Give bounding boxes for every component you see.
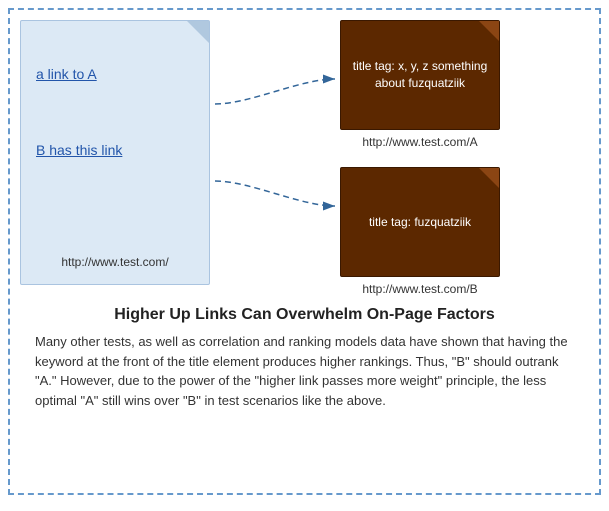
section-body: Many other tests, as well as correlation… [35,332,574,410]
right-page-a-corner [479,21,499,41]
link-a[interactable]: a link to A [36,66,194,82]
left-page-corner [187,21,209,43]
right-page-b-corner [479,168,499,188]
left-page-url: http://www.test.com/ [36,255,194,269]
arrows-area [210,20,340,285]
left-links: a link to A B has this link [36,41,194,158]
right-page-a: title tag: x, y, z something about fuzqu… [340,20,500,130]
right-page-b-text: title tag: fuzquatziik [369,214,471,231]
link-b[interactable]: B has this link [36,142,194,158]
right-pages: title tag: x, y, z something about fuzqu… [340,20,500,296]
arrow-to-a [210,69,340,114]
diagram-area: a link to A B has this link http://www.t… [20,20,589,296]
arrow-to-b [210,171,340,216]
main-container: a link to A B has this link http://www.t… [8,8,601,495]
right-page-b-wrapper: title tag: fuzquatziik http://www.test.c… [340,167,500,296]
text-section: Higher Up Links Can Overwhelm On-Page Fa… [20,296,589,483]
right-page-a-text: title tag: x, y, z something about fuzqu… [351,58,489,92]
section-title: Higher Up Links Can Overwhelm On-Page Fa… [35,306,574,324]
right-page-b-url: http://www.test.com/B [362,282,477,296]
left-page: a link to A B has this link http://www.t… [20,20,210,285]
right-page-b: title tag: fuzquatziik [340,167,500,277]
right-page-a-wrapper: title tag: x, y, z something about fuzqu… [340,20,500,149]
right-page-a-url: http://www.test.com/A [362,135,477,149]
